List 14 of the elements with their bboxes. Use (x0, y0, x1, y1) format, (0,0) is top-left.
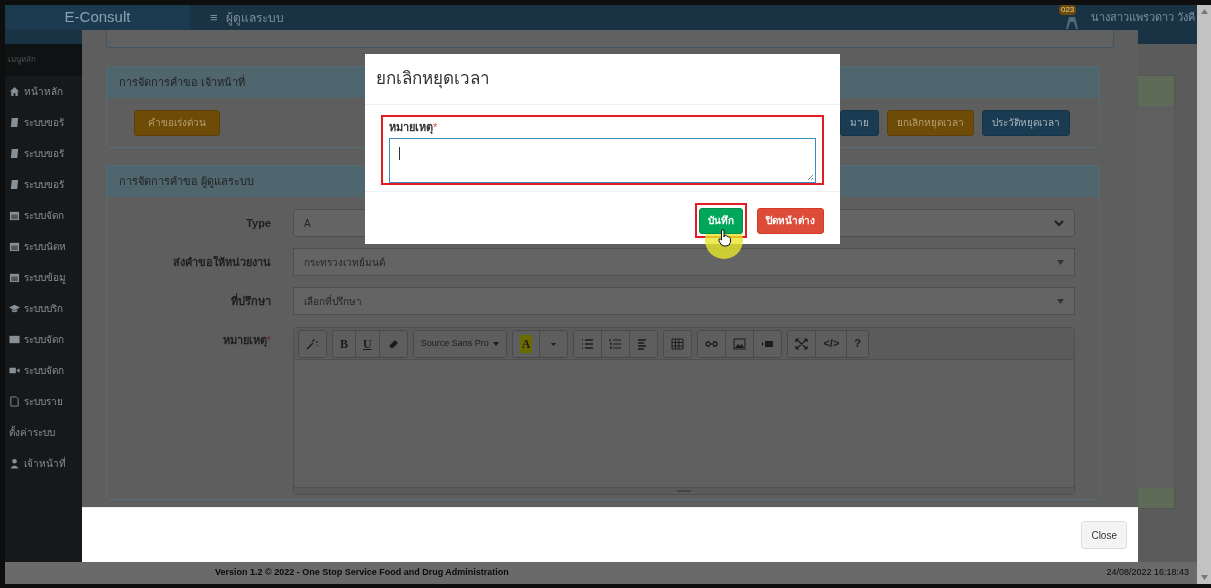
date-time: 24/08/2022 16:18:43 (1106, 566, 1189, 580)
required-mark: * (266, 333, 271, 346)
field-label: หมายเหตุ (222, 333, 267, 349)
field-label: หมายเหตุ (389, 120, 433, 135)
page-heading: ผู้ดูแลระบบ (225, 9, 284, 27)
panel-title: การจัดการคำขอ ผู้ดูแลระบบ (119, 174, 255, 190)
field-label: Type (246, 215, 271, 231)
version-text: Version 1.2 © 2022 - One Stop Service Food and Drug Administration (215, 566, 509, 580)
panel-title: การจัดการคำขอ เจ้าหน้าที่ (119, 74, 246, 91)
field-label: ส่งคำขอให้หน่วยงาน (173, 254, 271, 270)
field-label: ที่ปรึกษา (231, 292, 271, 309)
notification-badge: 023 (1058, 5, 1077, 15)
required-mark: * (433, 120, 438, 133)
modal-title: ยกเลิกหยุดเวลา (376, 68, 490, 91)
